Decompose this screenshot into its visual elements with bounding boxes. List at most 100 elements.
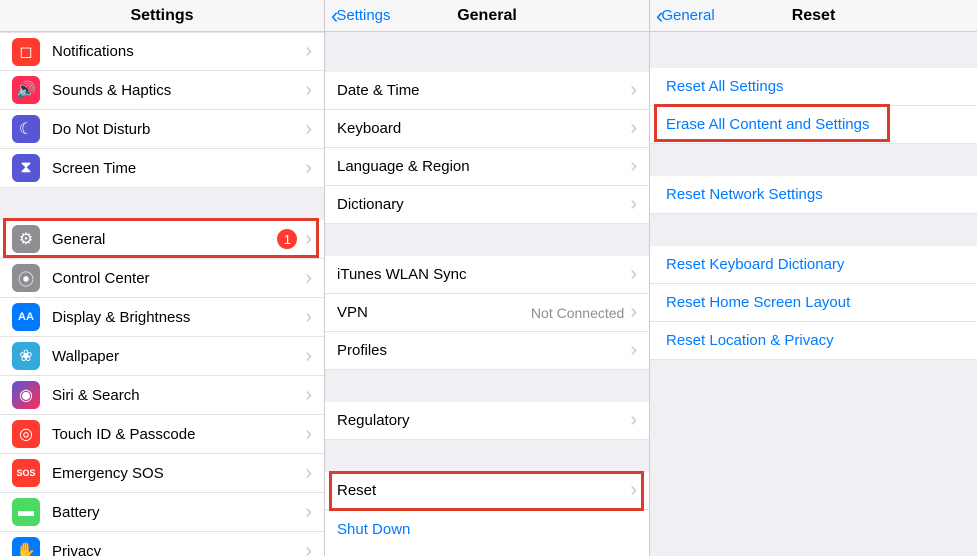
row-profiles[interactable]: Profiles› [325, 332, 649, 370]
label: Screen Time [52, 160, 305, 177]
label: Date & Time [337, 82, 630, 99]
spacer [650, 360, 977, 556]
label: iTunes WLAN Sync [337, 266, 630, 283]
row-dictionary[interactable]: Dictionary› [325, 186, 649, 224]
siri-icon: ◉ [12, 381, 40, 409]
chevron-right-icon: › [305, 501, 312, 524]
label: Wallpaper [52, 348, 305, 365]
chevron-right-icon: › [630, 79, 637, 102]
label: Emergency SOS [52, 465, 305, 482]
spacer [325, 370, 649, 402]
settings-pane: Settings ◻ Notifications › 🔊 Sounds & Ha… [0, 0, 325, 556]
row-language[interactable]: Language & Region› [325, 148, 649, 186]
label: VPN [337, 304, 531, 321]
row-touchid[interactable]: ◎ Touch ID & Passcode › [0, 415, 324, 454]
chevron-right-icon: › [630, 339, 637, 362]
label: Keyboard [337, 120, 630, 137]
row-screentime[interactable]: ⧗ Screen Time › [0, 149, 324, 188]
row-siri[interactable]: ◉ Siri & Search › [0, 376, 324, 415]
row-notifications[interactable]: ◻ Notifications › [0, 32, 324, 71]
label: Language & Region [337, 158, 630, 175]
row-display[interactable]: AA Display & Brightness › [0, 298, 324, 337]
toggles-icon: ⦿ [12, 264, 40, 292]
spacer [325, 224, 649, 256]
chevron-right-icon: › [305, 345, 312, 368]
chevron-right-icon: › [305, 40, 312, 63]
notifications-icon: ◻ [12, 38, 40, 66]
row-itunes-sync[interactable]: iTunes WLAN Sync› [325, 256, 649, 294]
row-date-time[interactable]: Date & Time› [325, 72, 649, 110]
hand-icon: ✋ [12, 537, 40, 556]
general-header: ‹ Settings General [325, 0, 649, 32]
highlight-general [3, 218, 319, 258]
row-shutdown[interactable]: Shut Down [325, 510, 649, 548]
highlight-erase [654, 104, 890, 142]
label: Reset All Settings [666, 78, 965, 95]
chevron-right-icon: › [630, 193, 637, 216]
spacer [650, 32, 977, 68]
hourglass-icon: ⧗ [12, 154, 40, 182]
label: Profiles [337, 342, 630, 359]
chevron-right-icon: › [305, 267, 312, 290]
row-sounds[interactable]: 🔊 Sounds & Haptics › [0, 71, 324, 110]
spacer [325, 32, 649, 72]
label: Siri & Search [52, 387, 305, 404]
label: Reset Network Settings [666, 186, 965, 203]
label: Sounds & Haptics [52, 82, 305, 99]
row-regulatory[interactable]: Regulatory› [325, 402, 649, 440]
chevron-right-icon: › [305, 306, 312, 329]
sounds-icon: 🔊 [12, 76, 40, 104]
chevron-right-icon: › [305, 423, 312, 446]
back-button[interactable]: ‹ Settings [331, 5, 391, 27]
detail: Not Connected [531, 305, 624, 321]
chevron-right-icon: › [630, 155, 637, 178]
row-reset-network[interactable]: Reset Network Settings [650, 176, 977, 214]
label: Battery [52, 504, 305, 521]
label: Touch ID & Passcode [52, 426, 305, 443]
label: Notifications [52, 43, 305, 60]
row-wallpaper[interactable]: ❀ Wallpaper › [0, 337, 324, 376]
row-reset-keyboard[interactable]: Reset Keyboard Dictionary [650, 246, 977, 284]
highlight-reset [329, 471, 644, 511]
row-battery[interactable]: ▬ Battery › [0, 493, 324, 532]
row-dnd[interactable]: ☾ Do Not Disturb › [0, 110, 324, 149]
wallpaper-icon: ❀ [12, 342, 40, 370]
chevron-right-icon: › [305, 79, 312, 102]
row-keyboard[interactable]: Keyboard› [325, 110, 649, 148]
reset-header: ‹ General Reset [650, 0, 977, 32]
settings-header: Settings [0, 0, 324, 32]
back-label: General [661, 7, 714, 24]
chevron-right-icon: › [305, 118, 312, 141]
chevron-right-icon: › [305, 384, 312, 407]
battery-icon: ▬ [12, 498, 40, 526]
label: Reset Location & Privacy [666, 332, 965, 349]
label: Reset Home Screen Layout [666, 294, 965, 311]
chevron-right-icon: › [305, 540, 312, 556]
label: Do Not Disturb [52, 121, 305, 138]
reset-pane: ‹ General Reset Reset All Settings Erase… [650, 0, 977, 556]
label: Shut Down [337, 521, 637, 538]
label: Display & Brightness [52, 309, 305, 326]
back-button[interactable]: ‹ General [656, 5, 715, 27]
reset-title: Reset [792, 7, 836, 25]
row-reset-home[interactable]: Reset Home Screen Layout [650, 284, 977, 322]
general-title: General [457, 7, 517, 25]
row-vpn[interactable]: VPNNot Connected› [325, 294, 649, 332]
settings-title: Settings [130, 7, 193, 25]
label: Regulatory [337, 412, 630, 429]
row-control-center[interactable]: ⦿ Control Center › [0, 259, 324, 298]
chevron-right-icon: › [305, 157, 312, 180]
fingerprint-icon: ◎ [12, 420, 40, 448]
row-sos[interactable]: SOS Emergency SOS › [0, 454, 324, 493]
chevron-right-icon: › [630, 117, 637, 140]
label: Dictionary [337, 196, 630, 213]
display-icon: AA [12, 303, 40, 331]
chevron-right-icon: › [630, 263, 637, 286]
spacer [0, 188, 324, 220]
label: Reset Keyboard Dictionary [666, 256, 965, 273]
chevron-right-icon: › [630, 409, 637, 432]
row-privacy[interactable]: ✋ Privacy › [0, 532, 324, 556]
row-reset-all[interactable]: Reset All Settings [650, 68, 977, 106]
general-pane: ‹ Settings General Date & Time› Keyboard… [325, 0, 650, 556]
row-reset-location[interactable]: Reset Location & Privacy [650, 322, 977, 360]
